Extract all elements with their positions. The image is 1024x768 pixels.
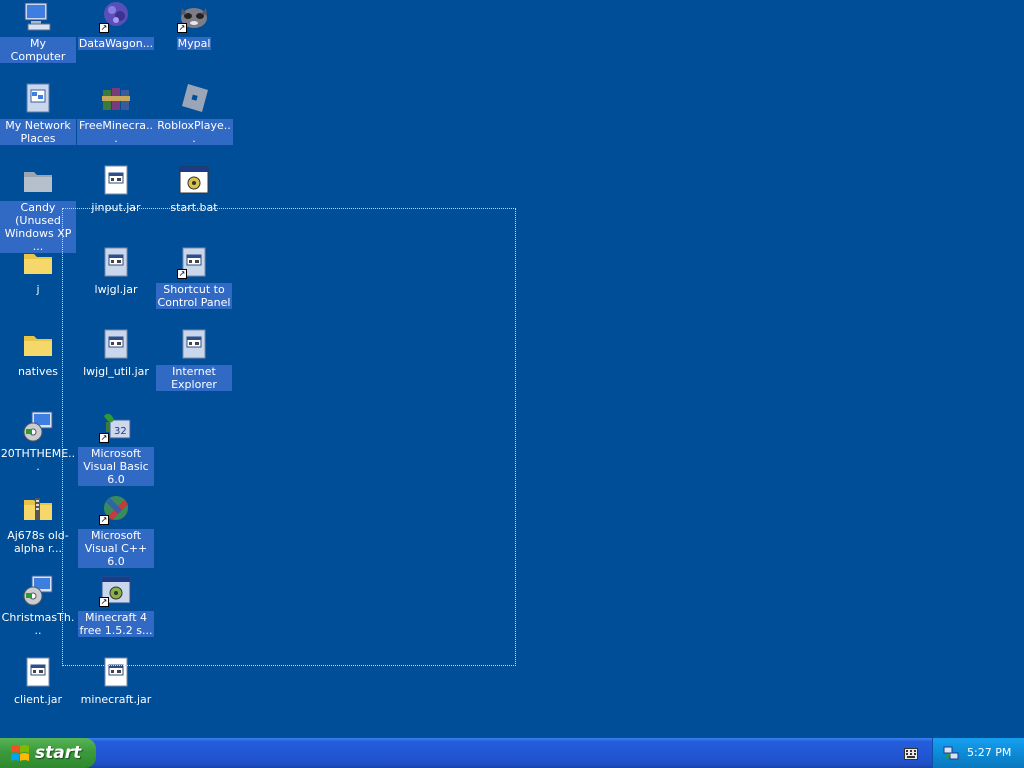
- desktop-icon-my-computer[interactable]: My Computer: [0, 0, 76, 63]
- icon-label: Internet Explorer: [156, 365, 232, 391]
- desktop-icon-candy-folder[interactable]: Candy (Unused Windows XP ...: [0, 164, 76, 253]
- start-label: start: [35, 743, 82, 763]
- icon-label: client.jar: [13, 693, 63, 706]
- start-button[interactable]: start: [0, 738, 96, 768]
- desktop-icon-datawagon[interactable]: ↗ DataWagon...: [77, 0, 155, 50]
- folder-icon: [22, 246, 54, 278]
- svg-text:32: 32: [114, 426, 127, 437]
- visual-basic-icon: 32 ↗: [99, 410, 132, 443]
- icon-label: Shortcut to Control Panel: [156, 283, 232, 309]
- visual-cpp-icon: ↗: [99, 492, 132, 525]
- clock[interactable]: 5:27 PM: [967, 746, 1011, 759]
- desktop-icon-natives-folder[interactable]: natives: [0, 328, 76, 378]
- taskbar[interactable]: start 5:27 PM: [0, 738, 1024, 768]
- icon-label: lwjgl.jar: [94, 283, 138, 296]
- network-status-icon[interactable]: [943, 745, 959, 761]
- shortcut-arrow-icon: ↗: [177, 269, 187, 279]
- jar-file-icon: [100, 246, 132, 278]
- icon-label: RobloxPlaye...: [155, 119, 233, 145]
- system-tray: 5:27 PM: [932, 738, 1024, 768]
- shortcut-arrow-icon: ↗: [99, 515, 109, 525]
- batch-file-icon: [178, 164, 210, 196]
- minecraft-shortcut-icon: ↗: [99, 574, 132, 607]
- desktop-icon-mypal[interactable]: ↗ Mypal: [156, 0, 232, 50]
- jar-file-icon: [22, 656, 54, 688]
- desktop-icon-minecraft-jar[interactable]: minecraft.jar: [78, 656, 154, 706]
- icon-label: jinput.jar: [91, 201, 141, 214]
- shortcut-arrow-icon: ↗: [99, 23, 109, 33]
- internet-explorer-icon: [178, 328, 210, 360]
- icon-label: minecraft.jar: [80, 693, 152, 706]
- desktop-icon-minecraft-shortcut[interactable]: ↗ Minecraft 4 free 1.5.2 s...: [78, 574, 154, 637]
- shortcut-arrow-icon: ↗: [99, 433, 109, 443]
- desktop-icon-jinput-jar[interactable]: jinput.jar: [78, 164, 154, 214]
- desktop-icon-freeminecraft[interactable]: FreeMinecra...: [77, 82, 155, 145]
- desktop-icon-internet-explorer[interactable]: Internet Explorer: [156, 328, 232, 391]
- icon-label: My Computer: [0, 37, 76, 63]
- desktop-icon-start-bat[interactable]: start.bat: [156, 164, 232, 214]
- winrar-archive-icon: [100, 82, 132, 114]
- folder-icon: [22, 328, 54, 360]
- control-panel-shortcut-icon: ↗: [177, 246, 210, 279]
- desktop-icon-20ththeme[interactable]: 20THTHEME...: [0, 410, 76, 473]
- network-places-icon: [22, 82, 54, 114]
- keyboard-icon[interactable]: [904, 745, 918, 761]
- icon-label: ChristmasTh...: [1, 611, 75, 637]
- folder-icon: [22, 164, 54, 196]
- icon-label: DataWagon...: [77, 37, 155, 50]
- desktop-icon-lwjgl-util-jar[interactable]: lwjgl_util.jar: [78, 328, 154, 378]
- desktop-icon-control-panel-shortcut[interactable]: ↗ Shortcut to Control Panel: [156, 246, 232, 309]
- datawagon-icon: ↗: [99, 0, 132, 33]
- jar-file-icon: [100, 164, 132, 196]
- jar-file-icon: [100, 328, 132, 360]
- icon-label: My Network Places: [0, 119, 76, 145]
- icon-label: 20THTHEME...: [0, 447, 76, 473]
- desktop-icon-visual-basic[interactable]: 32 ↗ Microsoft Visual Basic 6.0: [78, 410, 154, 486]
- zip-folder-icon: [22, 492, 54, 524]
- desktop-icon-j-folder[interactable]: j: [0, 246, 76, 296]
- jar-file-icon: [100, 656, 132, 688]
- icon-label: Minecraft 4 free 1.5.2 s...: [78, 611, 154, 637]
- desktop-icon-network-places[interactable]: My Network Places: [0, 82, 76, 145]
- roblox-icon: [178, 82, 210, 114]
- icon-label: j: [36, 283, 40, 296]
- icon-label: Microsoft Visual Basic 6.0: [78, 447, 154, 486]
- installer-icon: [22, 574, 54, 606]
- icon-label: lwjgl_util.jar: [83, 365, 149, 378]
- shortcut-arrow-icon: ↗: [177, 23, 187, 33]
- icon-label: Mypal: [176, 37, 212, 50]
- desktop-icon-lwjgl-jar[interactable]: lwjgl.jar: [78, 246, 154, 296]
- icon-label: natives: [17, 365, 59, 378]
- icon-label: start.bat: [170, 201, 218, 214]
- icon-label: Aj678s old-alpha r...: [7, 529, 69, 555]
- desktop-icon-aj678s-zip[interactable]: Aj678s old-alpha r...: [0, 492, 76, 555]
- shortcut-arrow-icon: ↗: [99, 597, 109, 607]
- icon-label: FreeMinecra...: [77, 119, 155, 145]
- my-computer-icon: [22, 0, 54, 32]
- desktop-icon-roblox[interactable]: RobloxPlaye...: [155, 82, 233, 145]
- desktop[interactable]: My Computer ↗ DataWagon... ↗ Mypal My Ne…: [0, 0, 1024, 738]
- windows-logo-icon: [11, 745, 29, 761]
- mypal-icon: ↗: [177, 0, 210, 33]
- desktop-icon-visual-cpp[interactable]: ↗ Microsoft Visual C++ 6.0: [78, 492, 154, 568]
- icon-label: Microsoft Visual C++ 6.0: [78, 529, 154, 568]
- installer-icon: [22, 410, 54, 442]
- desktop-icon-client-jar[interactable]: client.jar: [0, 656, 76, 706]
- desktop-icon-christmastheme[interactable]: ChristmasTh...: [0, 574, 76, 637]
